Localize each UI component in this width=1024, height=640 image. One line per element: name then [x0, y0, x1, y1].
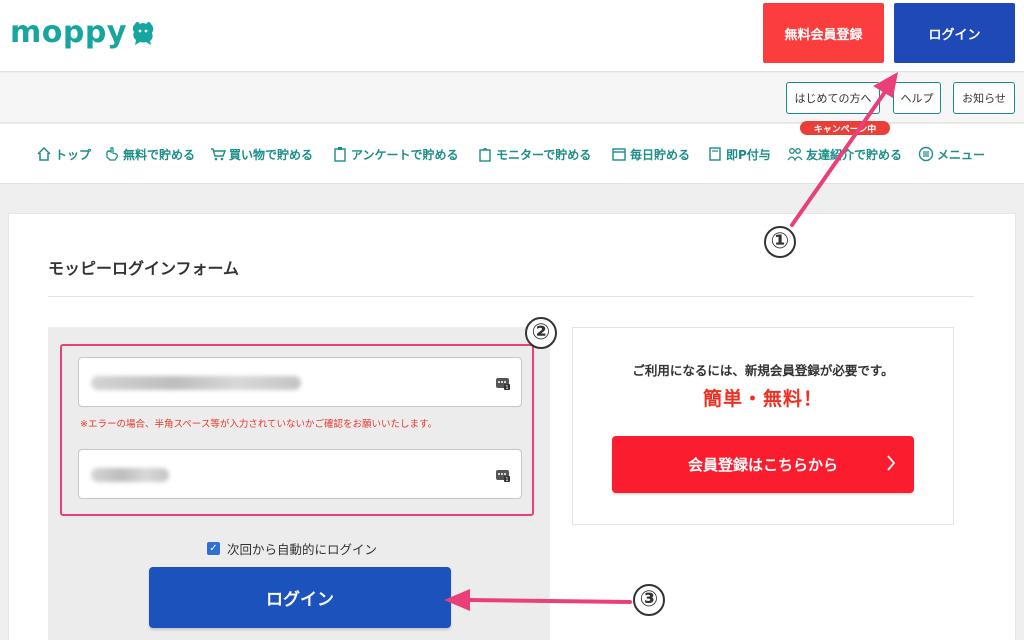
home-icon [37, 146, 51, 161]
register-here-label: 会員登録はこちらから [687, 456, 838, 474]
mascot-icon [132, 22, 154, 45]
site-header: moppy 無料会員登録 ログイン [0, 0, 1024, 72]
nav-item-shopping[interactable]: 買い物で貯める [210, 145, 313, 163]
moppy-logo[interactable]: moppy [10, 18, 155, 48]
divider [48, 296, 974, 297]
nav-item-top[interactable]: トップ [36, 145, 91, 163]
beginners-guide-link[interactable]: はじめての方へ [786, 82, 880, 114]
friends-icon [787, 148, 803, 162]
login-submit-button[interactable]: ログイン [149, 567, 451, 628]
nav-item-label: メニュー [937, 147, 986, 162]
cart-icon [211, 148, 226, 161]
nav-item-instant[interactable]: 即P付与 [707, 145, 771, 163]
nav-item-free[interactable]: 無料で貯める [104, 145, 195, 163]
bag-icon [479, 147, 491, 162]
logo-text: moppy [10, 15, 127, 50]
nav-item-monitor[interactable]: モニターで貯める [477, 145, 591, 163]
register-here-button[interactable]: 会員登録はこちらから [612, 436, 914, 493]
nav-item-label: トップ [55, 147, 92, 162]
register-panel [572, 327, 954, 525]
easy-free-text: 簡単・無料！ [702, 388, 823, 410]
step-3-label: ③ [633, 584, 665, 616]
nav-item-daily[interactable]: 毎日貯める [611, 145, 690, 163]
free-register-button[interactable]: 無料会員登録 [763, 3, 884, 63]
highlight-box [60, 344, 534, 516]
chevron-right-icon [887, 455, 896, 471]
menu-icon [918, 146, 934, 162]
register-notice: ご利用になるには、新規会員登録が必要です。 [632, 363, 894, 378]
auto-login-option[interactable]: ✓ 次回から自動的にログイン [207, 539, 377, 558]
help-link[interactable]: ヘルプ [893, 82, 941, 114]
auto-login-checkbox[interactable]: ✓ [207, 542, 220, 555]
nav-item-label: 友達紹介で貯める [806, 147, 903, 162]
nav-item-label: 毎日貯める [630, 147, 691, 162]
nav-item-menu[interactable]: メニュー [918, 145, 985, 163]
header-login-button[interactable]: ログイン [894, 3, 1015, 63]
nav-item-referral[interactable]: 友達紹介で貯める [787, 145, 902, 163]
nav-item-survey[interactable]: アンケートで貯める [332, 145, 459, 163]
nav-item-label: モニターで貯める [496, 147, 592, 162]
auto-login-label: 次回から自動的にログイン [227, 542, 378, 557]
campaign-badge: キャンペーン中 [800, 121, 890, 135]
nav-item-label: 買い物で貯める [229, 147, 314, 162]
page-title: モッピーログインフォーム [48, 259, 240, 278]
step-2-label: ② [525, 317, 557, 349]
nav-item-label: アンケートで貯める [351, 147, 459, 162]
calendar-icon [612, 148, 626, 161]
nav-item-label: 即P付与 [726, 147, 771, 162]
clipboard-icon [334, 147, 346, 162]
hand-icon [106, 147, 118, 161]
nav-item-label: 無料で貯める [123, 147, 196, 162]
news-link[interactable]: お知らせ [953, 82, 1015, 114]
step-1-label: ① [764, 226, 796, 258]
book-icon [709, 147, 721, 161]
